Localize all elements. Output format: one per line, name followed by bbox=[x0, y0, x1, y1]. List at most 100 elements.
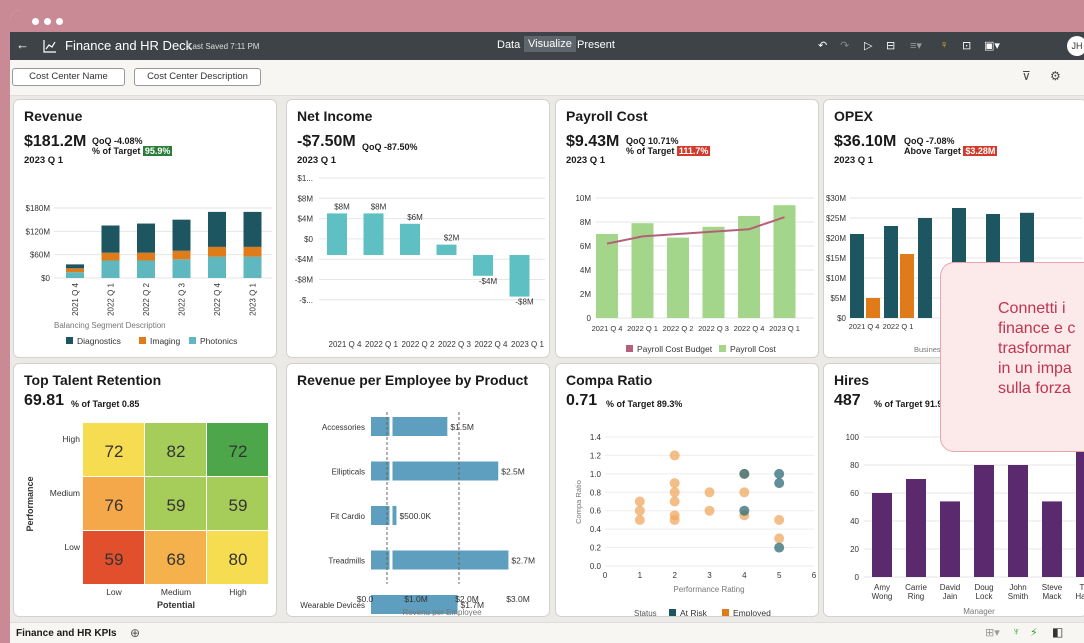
x-tick-label: 2022 Q 3 bbox=[698, 324, 729, 333]
save-icon[interactable]: ▣▾ bbox=[984, 39, 1000, 52]
filter-cost-center-name[interactable]: Cost Center Name bbox=[12, 68, 125, 86]
project-title: Finance and HR Deck bbox=[65, 38, 193, 53]
mode-data[interactable]: Data bbox=[497, 39, 520, 51]
layout-icon[interactable]: ◧ bbox=[1052, 625, 1063, 639]
x-tick-label: 2 bbox=[672, 571, 677, 580]
data-icon[interactable]: ⊟ bbox=[886, 39, 895, 52]
redo-icon[interactable]: ↷ bbox=[840, 39, 849, 52]
x-tick-label: 2023 Q 1 bbox=[769, 324, 800, 333]
bar-target bbox=[866, 298, 880, 318]
export-icon[interactable]: ⊡ bbox=[962, 39, 971, 52]
legend-swatch bbox=[669, 609, 676, 616]
point-employed bbox=[669, 514, 680, 525]
legend-title: Balancing Segment Description bbox=[54, 321, 166, 330]
bar-diagnostics bbox=[172, 219, 191, 251]
mode-visualize[interactable]: Visualize bbox=[524, 36, 576, 52]
bar bbox=[436, 244, 457, 255]
bar bbox=[773, 205, 796, 318]
bar-actual bbox=[884, 226, 898, 318]
point-employed bbox=[634, 505, 645, 516]
heat-value: 59 bbox=[229, 496, 248, 515]
x-tick-label: $0.0 bbox=[357, 594, 374, 604]
top-talent-card[interactable]: Top Talent Retention 69.81 % of Target 0… bbox=[13, 363, 277, 617]
net-income-chart: $1... $8M $4M $0 -$4M -$8M -$... $8M 2021 Q 4 $8M… bbox=[295, 174, 545, 349]
revenue-chart: $180M $120M $60M $0 2021 Q 4 2022 Q 1 2022 Q 2… bbox=[26, 204, 272, 346]
bar bbox=[596, 234, 618, 318]
y-tick-label: $60M bbox=[30, 251, 50, 260]
grid-icon[interactable]: ⊞▾ bbox=[985, 626, 1000, 639]
flash-icon[interactable]: ⚡ bbox=[1030, 626, 1038, 639]
x-axis-title: Performance Rating bbox=[673, 585, 744, 594]
filter-icon[interactable]: ⊽ bbox=[1022, 69, 1031, 83]
user-avatar[interactable]: JH bbox=[1067, 36, 1084, 56]
y-tick-label: 0.2 bbox=[590, 544, 602, 553]
bar-photonics bbox=[137, 260, 155, 278]
bar bbox=[473, 255, 493, 276]
payroll-card[interactable]: Payroll Cost $9.43M QoQ 10.71%% of Targe… bbox=[555, 99, 819, 358]
point-employed bbox=[634, 496, 645, 507]
bulb-icon[interactable]: ♀ bbox=[940, 39, 948, 51]
heat-value: 59 bbox=[167, 496, 186, 515]
bar-imaging bbox=[243, 246, 262, 257]
compa-card[interactable]: Compa Ratio 0.71 % of Target 89.3% 0.0 0.… bbox=[555, 363, 819, 617]
y-tick-label: 20 bbox=[850, 545, 859, 554]
x-tick-label: 2023 Q 1 bbox=[511, 340, 544, 349]
y-tick-label: -$4M bbox=[295, 255, 314, 264]
settings-icon[interactable]: ⚙ bbox=[1050, 69, 1061, 83]
bar bbox=[509, 255, 530, 297]
sheet-tab[interactable]: Finance and HR KPIs bbox=[16, 628, 117, 639]
point-employed bbox=[634, 514, 645, 525]
close-dot-icon[interactable] bbox=[32, 18, 39, 25]
mode-present[interactable]: Present bbox=[577, 39, 615, 51]
net-income-card[interactable]: Net Income -$7.50M QoQ -87.50% 2023 Q 1 … bbox=[286, 99, 550, 358]
legend-label: Employed bbox=[733, 608, 771, 617]
x-tick-label: $1.0M bbox=[404, 594, 428, 604]
x-tick-label: 2021 Q 4 bbox=[329, 340, 362, 349]
talent-heatmap: 72 82 72 76 59 59 59 68 80 High Medium Low Low Medium… bbox=[25, 423, 268, 610]
bar bbox=[906, 479, 926, 577]
point-employed bbox=[704, 505, 715, 516]
rpe-card[interactable]: Revenue per Employee by Product Accessor… bbox=[286, 363, 550, 617]
bar bbox=[363, 213, 384, 255]
y-tick-label: 4M bbox=[580, 266, 591, 275]
filter-cost-center-description[interactable]: Cost Center Description bbox=[134, 68, 261, 86]
legend-swatch bbox=[66, 337, 73, 344]
x-tick-label: 3 bbox=[707, 571, 712, 580]
legend-label: Photonics bbox=[200, 336, 237, 346]
y-tick-label: 1.2 bbox=[590, 451, 602, 460]
point-at-risk bbox=[774, 478, 785, 489]
y-tick-label: 1.0 bbox=[590, 470, 602, 479]
undo-icon[interactable]: ↶ bbox=[818, 39, 827, 52]
y-tick-label: Ellipticals bbox=[332, 468, 365, 477]
add-sheet-icon[interactable]: ⊕ bbox=[130, 626, 140, 640]
insights-icon[interactable]: ♆ bbox=[1012, 626, 1020, 638]
menu-icon[interactable]: ≡▾ bbox=[910, 39, 922, 52]
minimize-dot-icon[interactable] bbox=[44, 18, 51, 25]
point-at-risk bbox=[774, 468, 785, 479]
x-tick-label: 2022 Q 3 bbox=[438, 340, 471, 349]
play-icon[interactable]: ▷ bbox=[864, 39, 872, 52]
x-tick-label: Lock bbox=[976, 592, 994, 601]
x-tick-label: 2021 Q 4 bbox=[849, 322, 880, 331]
app-window: ← Finance and HR Deck Last Saved 7:11 PM… bbox=[10, 10, 1084, 643]
chart-icon bbox=[43, 40, 56, 53]
x-tick-label: Ring bbox=[908, 592, 924, 601]
maximize-dot-icon[interactable] bbox=[56, 18, 63, 25]
y-tick-label: $30M bbox=[826, 194, 846, 203]
point-employed bbox=[669, 487, 680, 498]
bar bbox=[1008, 465, 1028, 577]
bar bbox=[1042, 501, 1062, 577]
revenue-card[interactable]: Revenue $181.2M QoQ -4.08%% of Target 95… bbox=[13, 99, 277, 358]
x-axis-title: Potential bbox=[157, 600, 195, 610]
bar-photonics bbox=[172, 259, 191, 278]
info-popup: Connetti i finance e c trasformar in un … bbox=[940, 262, 1084, 452]
point-employed bbox=[739, 487, 750, 498]
bar-imaging bbox=[172, 250, 191, 260]
legend-swatch bbox=[626, 345, 633, 352]
bar bbox=[738, 216, 760, 318]
heat-value: 68 bbox=[167, 550, 186, 569]
back-arrow-icon[interactable]: ← bbox=[16, 37, 29, 52]
heat-value: 76 bbox=[105, 496, 124, 515]
legend-swatch bbox=[722, 609, 729, 616]
y-tick-label: $1... bbox=[297, 174, 313, 183]
